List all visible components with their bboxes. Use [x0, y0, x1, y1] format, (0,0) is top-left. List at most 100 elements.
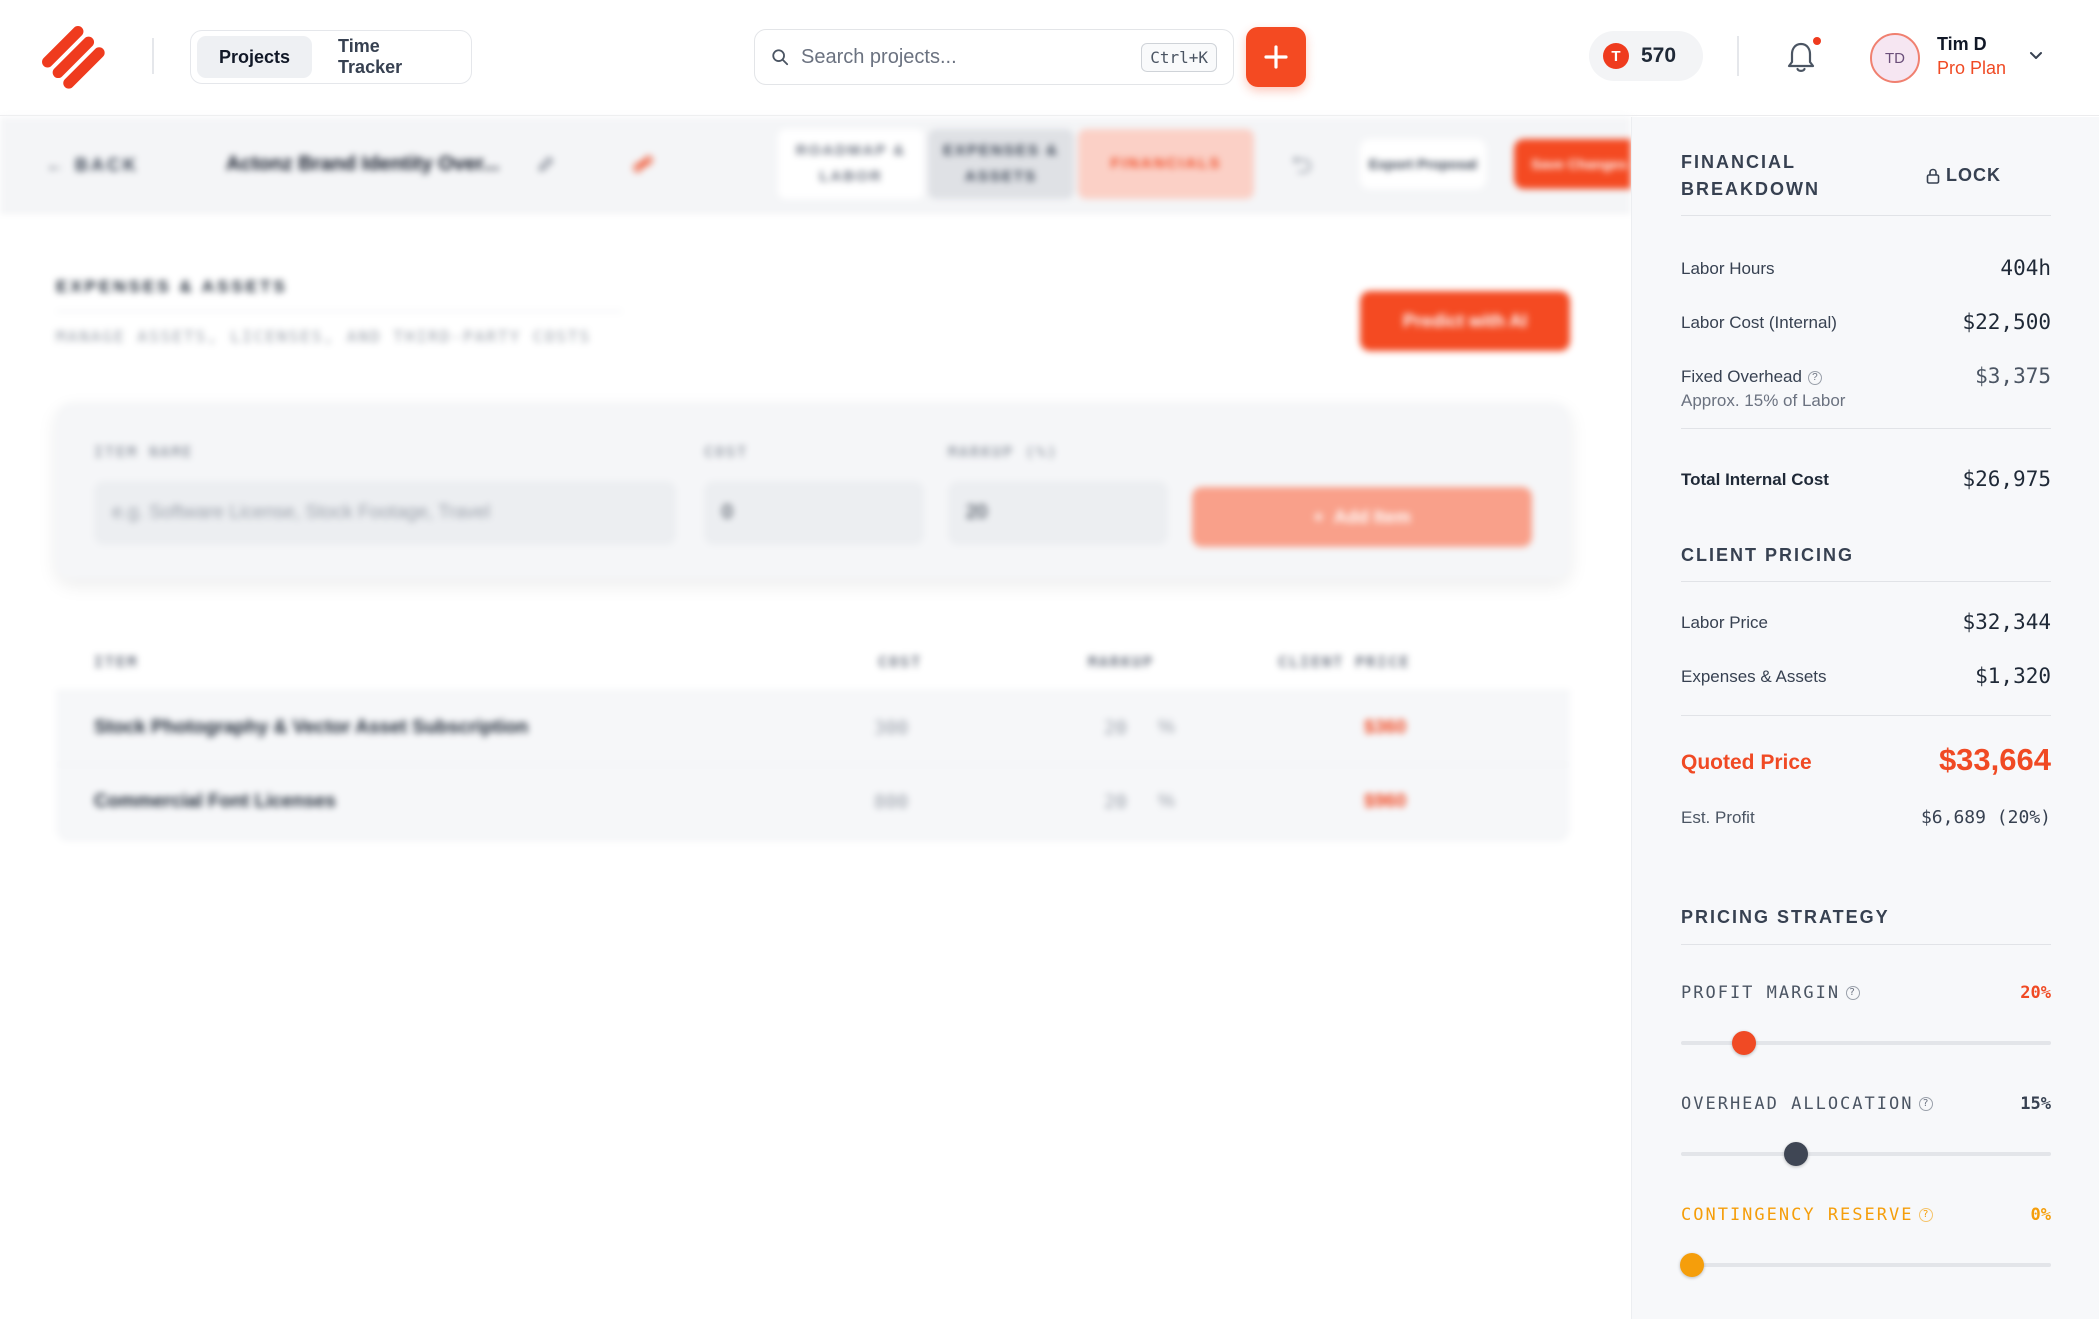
notifications-bell-icon[interactable] [1786, 40, 1816, 74]
app-logo-icon[interactable] [40, 24, 106, 90]
cost-input[interactable]: 0 [704, 481, 924, 545]
labor-hours-label: Labor Hours [1681, 259, 1775, 278]
lock-icon [1926, 168, 1940, 184]
tab-projects[interactable]: Projects [197, 36, 313, 78]
divider [1681, 581, 2051, 582]
markup-input[interactable]: 20 [948, 481, 1168, 545]
add-item-button[interactable]: + Add Item [1192, 487, 1532, 547]
expenses-assets-label: Expenses & Assets [1681, 667, 1827, 686]
percent-sign: % [1158, 717, 1175, 738]
profit-margin-slider[interactable] [1681, 1031, 2051, 1055]
section-title: EXPENSES & ASSETS [56, 277, 288, 296]
est-profit-value: $6,689 (20%) [1920, 807, 2051, 828]
notification-dot [1813, 37, 1821, 45]
quoted-price-value: $33,664 [1938, 742, 2051, 777]
shortcut-hint: Ctrl+K [1141, 42, 1217, 72]
back-button[interactable]: ← BACK [46, 155, 139, 176]
cost-cell[interactable]: 800 [874, 791, 908, 813]
help-icon[interactable]: ? [1807, 370, 1822, 385]
est-profit-label: Est. Profit [1681, 808, 1755, 827]
profit-margin-label: PROFIT MARGIN? [1681, 983, 1861, 1003]
expenses-table: ITEM COST MARKUP CLIENT PRICE Stock Phot… [56, 633, 1570, 841]
token-icon: T [1603, 43, 1629, 69]
help-icon[interactable]: ? [1846, 986, 1861, 1000]
client-price-cell: $360 [1364, 717, 1407, 738]
create-new-button[interactable] [1246, 27, 1306, 87]
lock-button[interactable]: LOCK [1926, 165, 2001, 186]
avatar[interactable]: TD [1870, 33, 1920, 83]
divider [1737, 36, 1739, 76]
column-header: COST [878, 653, 923, 671]
top-bar: Projects Time Tracker Search projects...… [0, 0, 2099, 116]
item-name-input[interactable]: e.g. Software License, Stock Footage, Tr… [94, 481, 676, 545]
main-content: ← BACK Actonz Brand Identity Over... ROA… [0, 117, 1631, 1319]
quoted-price-label: Quoted Price [1681, 751, 1812, 774]
plus-icon [1264, 45, 1288, 69]
expenses-assets-value: $1,320 [1975, 664, 2051, 688]
fixed-overhead-value: $3,375 [1975, 364, 2051, 388]
divider [1681, 215, 2051, 216]
markup-cell[interactable]: 20 [1104, 717, 1127, 739]
contingency-reserve-label: CONTINGENCY RESERVE? [1681, 1205, 1934, 1225]
slider-thumb[interactable] [1731, 1031, 1756, 1055]
slider-thumb[interactable] [1680, 1253, 1705, 1277]
divider [1681, 944, 2051, 945]
user-name: Tim D [1937, 34, 1987, 54]
table-header: ITEM COST MARKUP CLIENT PRICE [56, 633, 1570, 691]
percent-sign: % [1158, 791, 1175, 812]
client-pricing-title: CLIENT PRICING [1681, 545, 1855, 565]
labor-cost-value: $22,500 [1962, 310, 2051, 334]
project-title[interactable]: Actonz Brand Identity Over... [226, 153, 499, 176]
pricing-strategy-title: PRICING STRATEGY [1681, 907, 1890, 927]
fixed-overhead-label: Fixed Overhead? [1681, 367, 1822, 387]
tab-time-tracker[interactable]: Time Tracker [316, 36, 465, 78]
search-input[interactable]: Search projects... [801, 46, 1141, 69]
main-nav-tabs: Projects Time Tracker [190, 30, 472, 84]
item-cell: Stock Photography & Vector Asset Subscri… [94, 717, 529, 738]
column-header: CLIENT PRICE [1278, 653, 1411, 671]
save-changes-button[interactable]: Save Changes [1514, 139, 1631, 189]
markup-cell[interactable]: 20 [1104, 791, 1127, 813]
search-icon [772, 49, 789, 66]
help-icon[interactable]: ? [1919, 1097, 1934, 1111]
table-row[interactable]: Stock Photography & Vector Asset Subscri… [56, 691, 1570, 765]
project-tabs: ROADMAP & LABOR EXPENSES & ASSETS FINANC… [778, 129, 1254, 199]
tab-roadmap-labor[interactable]: ROADMAP & LABOR [778, 129, 924, 199]
predict-with-ai-button[interactable]: Predict with AI [1360, 291, 1570, 351]
project-toolbar: ← BACK Actonz Brand Identity Over... ROA… [0, 117, 1631, 213]
edit-pencil-icon[interactable] [537, 155, 555, 173]
table-row[interactable]: Commercial Font Licenses 800 20 % $960 [56, 765, 1570, 839]
contingency-reserve-slider[interactable] [1680, 1253, 2051, 1277]
client-price-cell: $960 [1364, 791, 1407, 812]
section-subtitle: MANAGE ASSETS, LICENSES, AND THIRD-PARTY… [56, 327, 592, 346]
search-bar[interactable]: Search projects... Ctrl+K [754, 29, 1234, 85]
user-plan: Pro Plan [1937, 58, 2007, 78]
tab-financials[interactable]: FINANCIALS [1078, 129, 1254, 199]
undo-icon[interactable] [1292, 155, 1312, 175]
labor-hours-value: 404h [2000, 256, 2051, 280]
token-count: 570 [1641, 44, 1677, 67]
profit-margin-value: 20% [2020, 983, 2051, 1003]
total-internal-cost-label: Total Internal Cost [1681, 470, 1829, 489]
column-header: ITEM [94, 653, 139, 671]
divider [1681, 428, 2051, 429]
tab-expenses-assets[interactable]: EXPENSES & ASSETS [928, 129, 1074, 199]
add-expense-form: ITEM NAME e.g. Software License, Stock F… [56, 403, 1570, 579]
overhead-allocation-label: OVERHEAD ALLOCATION? [1681, 1094, 1934, 1114]
divider [152, 38, 154, 74]
slider-thumb[interactable] [1783, 1142, 1808, 1166]
link-icon[interactable] [632, 153, 654, 175]
overhead-allocation-slider[interactable] [1681, 1142, 2051, 1166]
cost-cell[interactable]: 300 [874, 717, 908, 739]
contingency-reserve-value: 0% [2030, 1205, 2051, 1225]
cost-label: COST [704, 443, 749, 461]
token-balance[interactable]: T 570 [1589, 31, 1703, 81]
financial-breakdown-title: FINANCIAL BREAKDOWN [1681, 152, 1820, 199]
overhead-allocation-value: 15% [2020, 1094, 2051, 1114]
divider [1681, 715, 2051, 716]
help-icon[interactable]: ? [1919, 1208, 1934, 1222]
labor-price-label: Labor Price [1681, 613, 1768, 632]
export-proposal-button[interactable]: Export Proposal [1360, 139, 1486, 189]
chevron-down-icon[interactable] [2028, 48, 2044, 64]
labor-cost-label: Labor Cost (Internal) [1681, 313, 1837, 332]
